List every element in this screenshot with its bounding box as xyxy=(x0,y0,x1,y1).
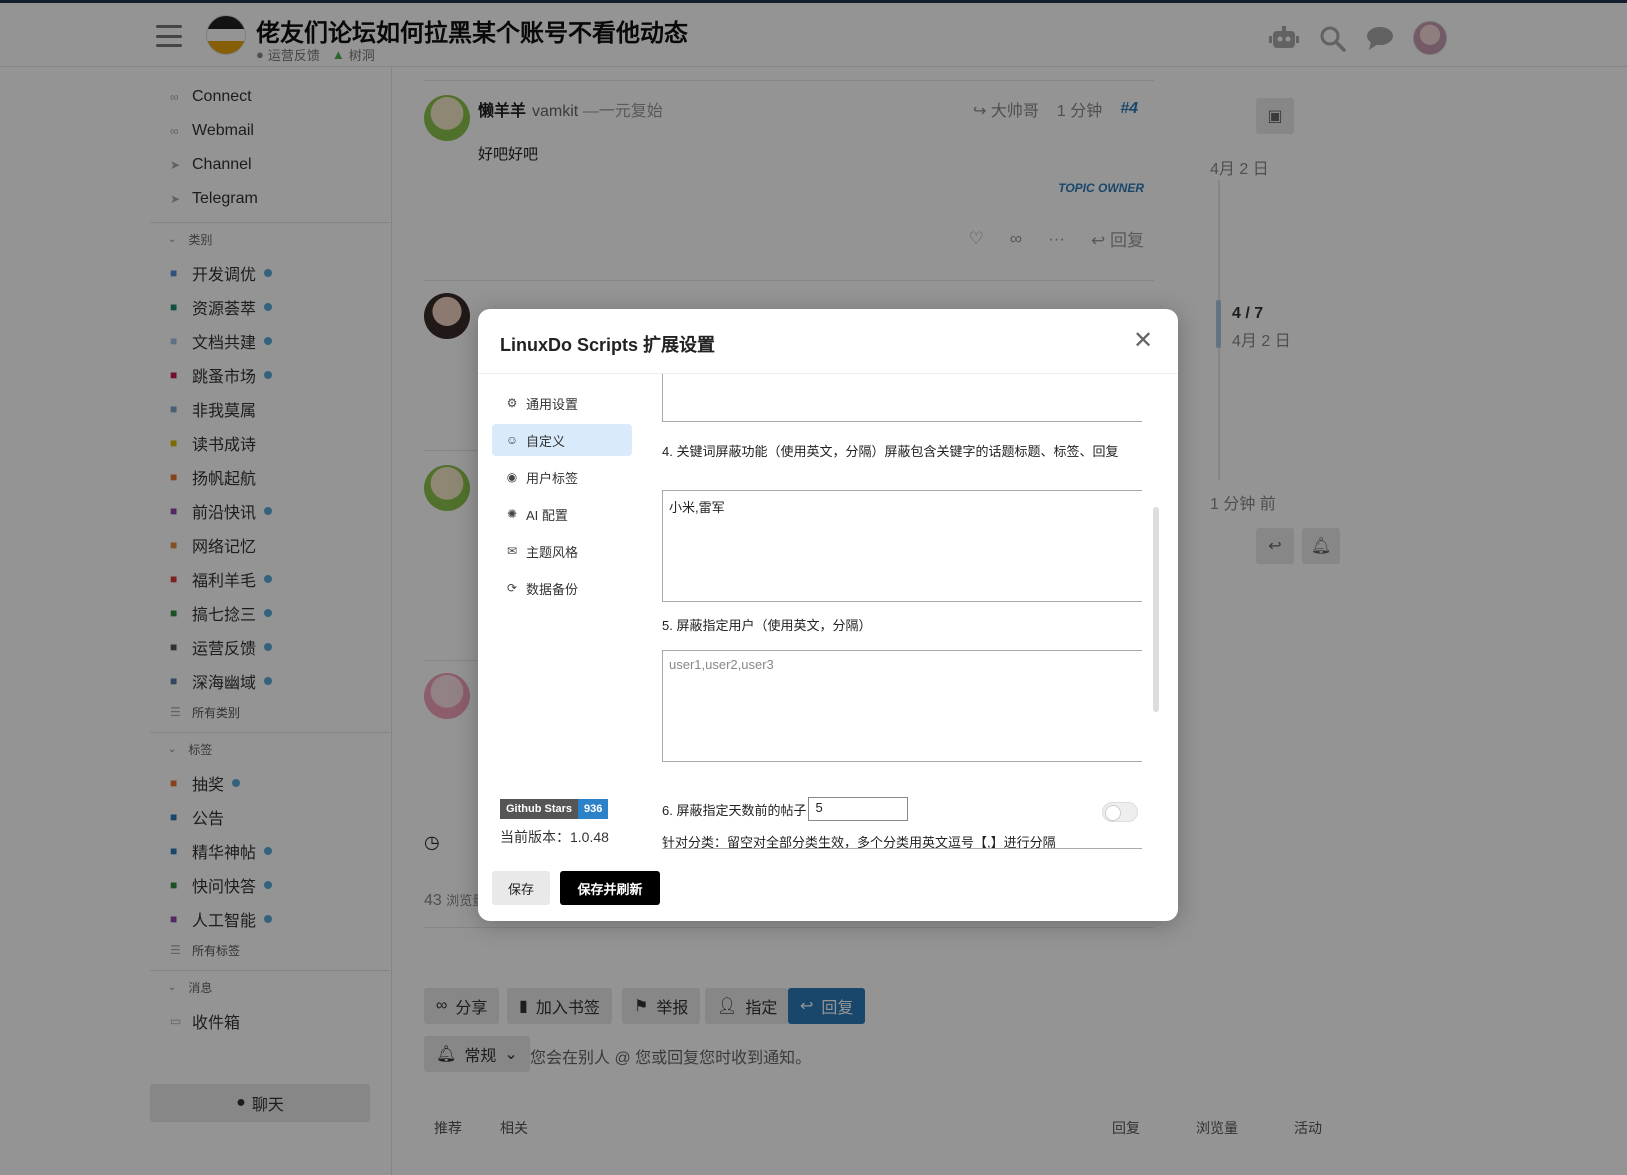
keyword-block-label: 4. 关键词屏蔽功能（使用英文，分隔）屏蔽包含关键字的话题标题、标签、回复 xyxy=(662,444,1119,459)
ai-icon: ✺ xyxy=(506,507,518,521)
user-icon: ☺ xyxy=(505,433,519,447)
settings-nav-item[interactable]: ✺ AI 配置 xyxy=(492,498,632,530)
github-stars-badge[interactable]: Github Stars 936 xyxy=(500,799,609,819)
settings-nav-item[interactable]: ⟳ 数据备份 xyxy=(492,572,632,604)
theme-icon: ✉ xyxy=(506,544,518,558)
settings-modal: LinuxDo Scripts 扩展设置 ✕ ⚙ 通用设置 ☺ 自定义 ◉ 用户标签 ✺ AI… xyxy=(478,309,1178,921)
category-input[interactable] xyxy=(662,848,1142,849)
settings-nav-item[interactable]: ◉ 用户标签 xyxy=(492,461,632,493)
close-icon[interactable]: ✕ xyxy=(1130,327,1156,354)
block-days-toggle[interactable] xyxy=(1102,802,1138,822)
settings-nav-item[interactable]: ✉ 主题风格 xyxy=(492,535,632,567)
block-days-row: 6. 屏蔽指定天数前的帖子 5 xyxy=(662,797,909,821)
save-refresh-button[interactable]: 保存并刷新 xyxy=(560,871,660,905)
keyword-block-textarea[interactable]: 小米,雷军 xyxy=(662,490,1142,602)
settings-nav: ⚙ 通用设置 ☺ 自定义 ◉ 用户标签 ✺ AI 配置 ✉ 主题风格 ⟳ 数据备份 xyxy=(492,387,632,609)
user-tag-icon: ◉ xyxy=(506,470,518,484)
settings-nav-item[interactable]: ⚙ 通用设置 xyxy=(492,387,632,419)
modal-title: LinuxDo Scripts 扩展设置 xyxy=(500,335,716,355)
block-days-input[interactable]: 5 xyxy=(808,797,909,821)
settings-content[interactable]: 4. 关键词屏蔽功能（使用英文，分隔）屏蔽包含关键字的话题标题、标签、回复 小米… xyxy=(662,374,1142,849)
settings-nav-item[interactable]: ☺ 自定义 xyxy=(492,424,632,456)
previous-textarea[interactable] xyxy=(662,374,1142,422)
block-users-textarea[interactable]: user1,user2,user3 xyxy=(662,650,1142,762)
content-scrollbar[interactable] xyxy=(1153,507,1159,712)
version-label: 当前版本：1.0.48 xyxy=(500,829,609,845)
sync-icon: ⟳ xyxy=(506,581,518,595)
category-hint: 针对分类：留空对全部分类生效，多个分类用英文逗号【,】进行分隔 xyxy=(662,835,1056,849)
save-button[interactable]: 保存 xyxy=(492,871,550,905)
gear-icon: ⚙ xyxy=(506,396,518,410)
block-users-label: 5. 屏蔽指定用户（使用英文，分隔） xyxy=(662,618,872,633)
